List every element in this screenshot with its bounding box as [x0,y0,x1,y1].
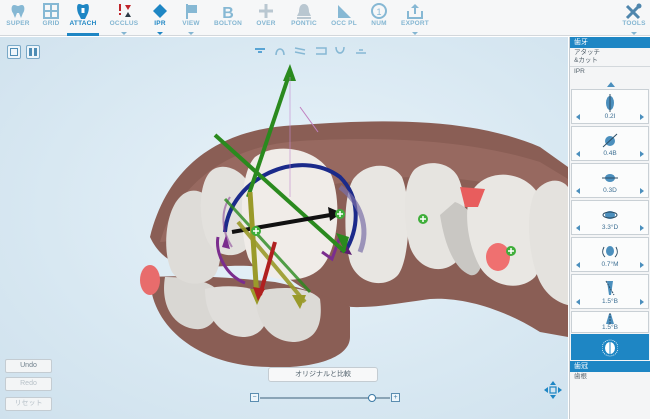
toolbar-super-button[interactable]: SUPER [0,0,36,36]
increase-arrow-icon[interactable] [640,262,644,268]
torque-crown-cell[interactable]: 1.5°B [571,311,649,333]
export-dropdown-arrow-icon [412,32,418,35]
toolbar-view-button[interactable]: VIEW [177,0,205,36]
tooth-horizontal-icon [602,168,618,186]
grid-icon [41,3,61,20]
svg-text:B: B [222,5,234,20]
attach-cut-label-1[interactable]: アタッチ [570,49,650,57]
translation-buccal-cell[interactable]: 0.4B [571,126,649,161]
reset-button[interactable]: リセット [5,397,52,411]
single-view-button[interactable] [7,45,21,59]
tooth-occlusal-view-cell[interactable] [571,334,649,360]
both-jaws-icon[interactable] [294,47,306,55]
toolbar-grid-button[interactable]: GRID [36,0,66,36]
attach-cut-label-2[interactable]: &カット [570,57,650,65]
tooth-occlusal-icon [601,339,619,357]
occlusal-plane-icon [334,3,354,20]
translation-intrusion-cell[interactable]: 0.2I [571,89,649,124]
occlus-dropdown-arrow-icon [121,32,127,35]
jaw-upper-icon[interactable] [255,48,265,53]
attachment-tooth-icon [73,3,93,20]
undo-button[interactable]: Undo [5,359,52,373]
split-view-button[interactable] [26,45,40,59]
dental-scene [140,64,568,368]
tools-dropdown-arrow-icon [631,32,637,35]
increase-arrow-icon[interactable] [640,299,644,305]
translation-distal-cell[interactable]: 0.3D [571,163,649,198]
export-icon [405,3,425,20]
3d-viewport[interactable]: オリジナルと比較 − + Undo Redo リセット [0,37,568,419]
view-dropdown-arrow-icon [188,32,194,35]
slider-knob[interactable] [367,394,376,402]
toolbar-export-button[interactable]: EXPORT [398,0,432,36]
torque-buccal-cell[interactable]: 1.5°B [571,274,649,309]
increase-arrow-icon[interactable] [640,188,644,194]
pontic-bell-icon [294,3,314,20]
increase-arrow-icon[interactable] [640,114,644,120]
view-orientation-bar [254,44,404,56]
right-control-panel: 歯牙 アタッチ &カット IPR 0.2I 0.4B 0.3D 3.3°D 0.… [569,37,650,419]
compare-with-original-button[interactable]: オリジナルと比較 [268,367,378,382]
arch-icon[interactable] [275,48,285,56]
ipr-diamond-icon [150,3,170,20]
main-toolbar: SUPER GRID ATTACH OCCLUS IPR VIEW B BOLT… [0,0,650,36]
svg-text:1: 1 [376,7,381,17]
pan-navigation-icon[interactable] [544,381,562,399]
view-flag-icon [181,3,201,20]
ipr-label[interactable]: IPR [570,68,650,76]
tooth-outline-icon [8,3,28,20]
toolbar-bolton-button[interactable]: B BOLTON [211,0,245,36]
root-label[interactable]: 歯根 [570,373,587,381]
tooth-vertical-icon [602,94,618,112]
tooth-tilt-icon [602,131,618,149]
tooth-rotation-icon [602,205,618,223]
ipr-dropdown-arrow-icon [157,32,163,35]
toolbar-occpl-button[interactable]: OCC PL [329,0,359,36]
toolbar-over-button[interactable]: OVER [252,0,280,36]
overlay-cross-icon [256,3,276,20]
toolbar-tools-button[interactable]: TOOLS [618,0,650,36]
redo-button[interactable]: Redo [5,377,52,391]
slider-plus-button[interactable]: + [391,393,400,402]
arch-down-icon[interactable] [335,46,345,54]
tooth-root-torque-icon [602,279,618,297]
toolbar-attach-button[interactable]: ATTACH [67,0,99,36]
jaw-lower-icon[interactable] [356,49,366,54]
numbering-icon: 1 [369,3,389,20]
increase-arrow-icon[interactable] [640,225,644,231]
bolton-b-icon: B [218,3,238,22]
increase-arrow-icon[interactable] [640,151,644,157]
tooth-angulation-icon [602,242,618,260]
toolbar-occlus-button[interactable]: OCCLUS [105,0,143,36]
panel-header-crown[interactable]: 歯冠 [570,361,650,372]
toolbar-pontic-button[interactable]: PONTIC [287,0,321,36]
toolbar-ipr-button[interactable]: IPR [149,0,171,36]
toolbar-num-button[interactable]: 1 NUM [366,0,392,36]
tools-wrench-icon [624,3,644,20]
rotation-mesial-cell[interactable]: 0.7°M [571,237,649,272]
stage-slider[interactable]: − + [250,392,400,404]
jaw-lower-open-icon[interactable] [316,47,327,55]
panel-header-tooth: 歯牙 [570,37,650,48]
rotation-distal-cell[interactable]: 3.3°D [571,200,649,235]
slider-minus-button[interactable]: − [250,393,259,402]
scroll-up-arrow-icon[interactable] [607,82,615,87]
panel-divider [570,66,650,67]
occlusion-icon [114,3,134,20]
